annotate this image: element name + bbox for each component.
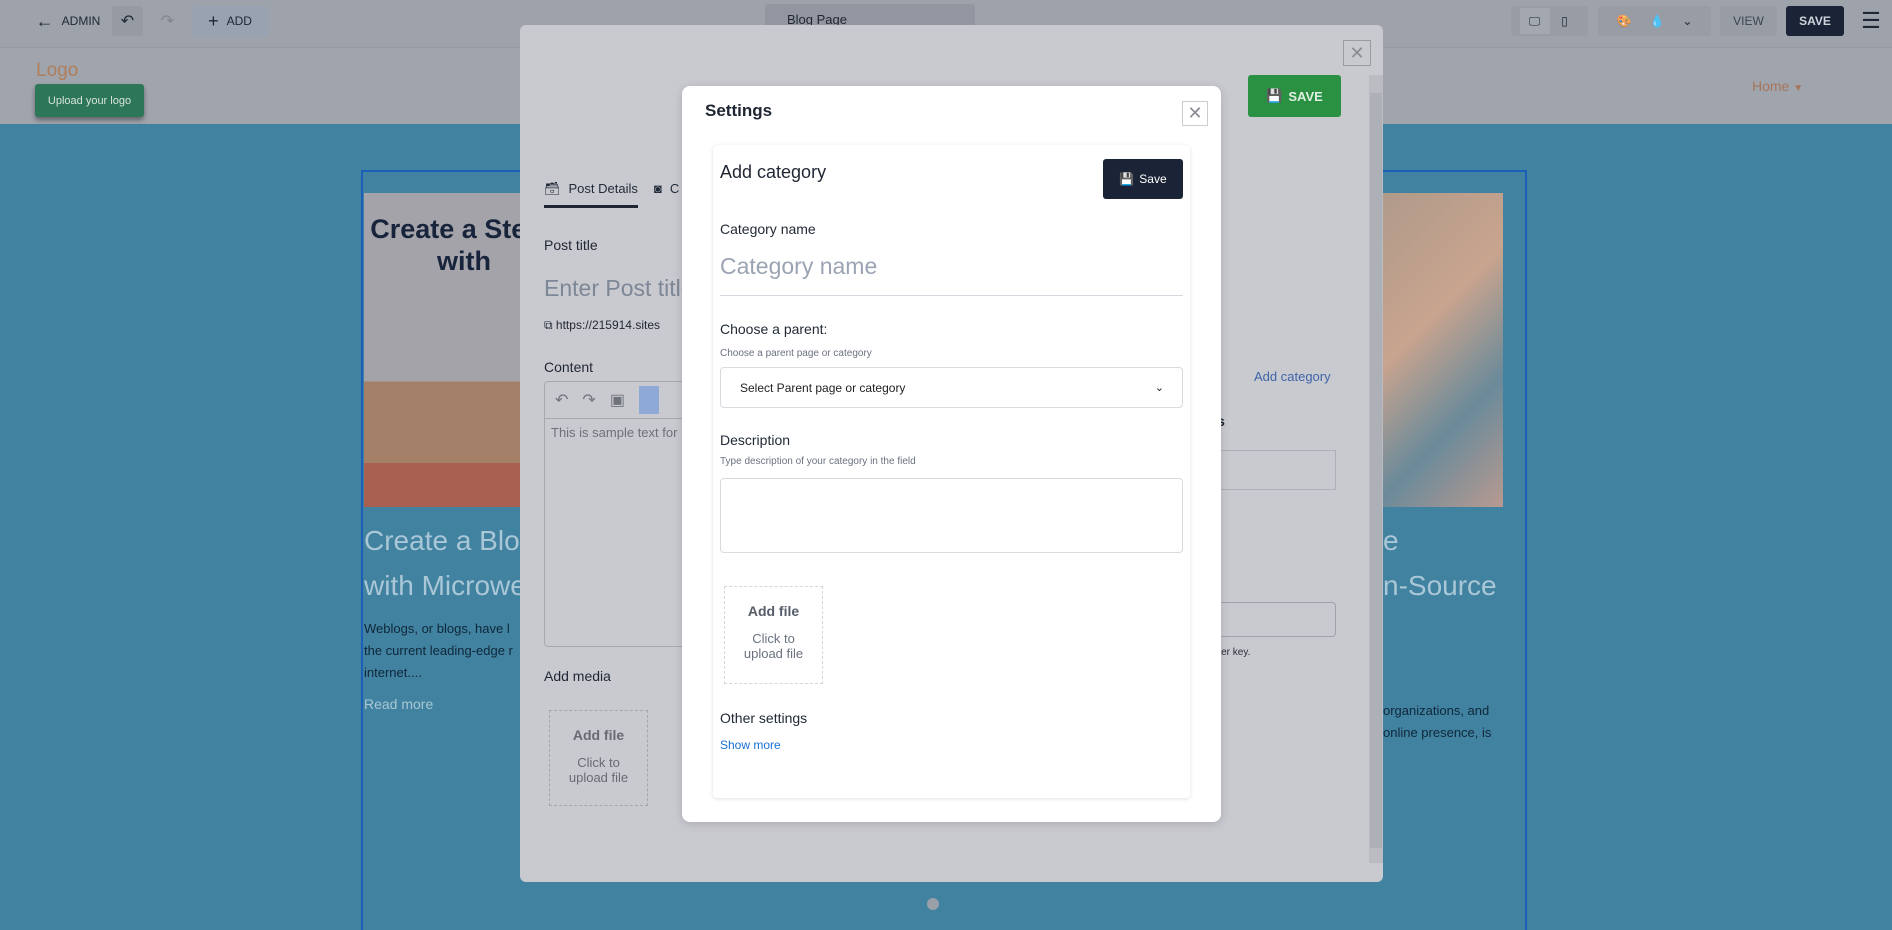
palette-icon[interactable]: 🎨 — [1617, 14, 1632, 28]
parent-help: Choose a parent page or category — [720, 348, 872, 359]
tab-other[interactable]: ◙ C — [654, 181, 679, 196]
redo-icon[interactable]: ↷ — [582, 390, 595, 410]
theme-group: 🎨 💧 ⌄ — [1598, 6, 1711, 36]
view-button[interactable]: VIEW — [1720, 6, 1777, 36]
floppy-disk-icon: 💾 — [1119, 172, 1135, 186]
bold-button[interactable] — [638, 386, 659, 414]
post-title[interactable]: e — [1383, 525, 1399, 557]
modal-title: Settings — [705, 101, 773, 120]
settings-modal: Settings ✕ Add category 💾 Save Category n… — [682, 86, 1221, 822]
post-excerpt: Weblogs, or blogs, have l the current lea… — [364, 621, 513, 680]
image-icon[interactable]: ▣ — [610, 390, 625, 410]
description-help: Type description of your category in the… — [720, 456, 916, 467]
post-url: ⧉ https://215914.sites — [544, 318, 660, 332]
desktop-icon[interactable]: 🖵 — [1519, 8, 1550, 34]
post-image — [1383, 193, 1503, 507]
post-title-label: Post title — [544, 237, 598, 253]
floppy-disk-icon: 💾 — [1266, 88, 1283, 103]
close-icon[interactable]: ✕ — [1182, 101, 1208, 126]
device-toggle: 🖵 ▯ — [1511, 6, 1588, 36]
upload-logo-button[interactable]: Upload your logo — [35, 84, 144, 117]
card-title: Add category — [720, 162, 827, 182]
chevron-down-icon: ⌄ — [1154, 382, 1164, 394]
read-more-link[interactable]: Read more — [364, 696, 433, 712]
plus-icon: + — [208, 10, 219, 31]
other-settings-label: Other settings — [720, 710, 808, 726]
post-title[interactable]: Create a Blog — [364, 525, 535, 557]
logo-text: Logo — [36, 60, 79, 81]
archive-icon: 🗃 — [544, 181, 561, 196]
tab-post-details[interactable]: 🗃 Post Details — [544, 181, 638, 208]
add-button[interactable]: + ADD — [192, 6, 268, 36]
add-category-card: Add category 💾 Save Category name Categor… — [713, 145, 1190, 798]
save-post-button[interactable]: 💾 SAVE — [1248, 75, 1341, 117]
post-title[interactable]: with Microwe — [364, 570, 526, 602]
chevron-down-icon[interactable]: ⌄ — [1682, 14, 1692, 28]
add-media-upload[interactable]: Add file Click to upload file — [549, 710, 648, 806]
mobile-icon[interactable]: ▯ — [1550, 14, 1580, 28]
post-title-input[interactable]: Enter Post title — [544, 275, 694, 302]
scrollbar-thumb[interactable] — [1370, 93, 1382, 848]
copy-icon[interactable]: ⧉ — [544, 318, 553, 332]
save-category-button[interactable]: 💾 Save — [1103, 159, 1183, 199]
description-label: Description — [720, 432, 791, 448]
content-label: Content — [544, 359, 594, 375]
post-image: Create a Steps with — [364, 193, 558, 507]
parent-select[interactable]: Select Parent page or category ⌄ — [720, 367, 1183, 408]
nav-home[interactable]: Home ▼ — [1752, 78, 1803, 94]
add-category-link[interactable]: Add category — [1254, 369, 1331, 384]
show-more-link[interactable]: Show more — [720, 738, 781, 752]
arrow-left-icon: ← — [35, 10, 54, 31]
redo-button[interactable]: ↷ — [153, 6, 182, 36]
category-file-upload[interactable]: Add file Click to upload file — [724, 586, 823, 684]
redo-icon: ↷ — [160, 13, 175, 30]
undo-icon[interactable]: ↶ — [555, 390, 568, 410]
undo-icon: ↶ — [120, 13, 135, 30]
save-button[interactable]: SAVE — [1786, 6, 1844, 36]
square-icon: ◙ — [654, 181, 662, 196]
caret-down-icon: ▼ — [1793, 83, 1804, 94]
back-to-admin-button[interactable]: ← ADMIN — [30, 6, 106, 36]
droplet-icon[interactable]: 💧 — [1649, 14, 1664, 28]
post-title[interactable]: n-Source — [1383, 570, 1497, 602]
post-excerpt: organizations, and online presence, is — [1383, 703, 1492, 740]
close-icon[interactable]: ✕ — [1343, 40, 1371, 66]
category-name-label: Category name — [720, 221, 816, 237]
undo-button[interactable]: ↶ — [112, 6, 143, 36]
parent-label: Choose a parent: — [720, 321, 828, 337]
description-textarea[interactable] — [720, 478, 1183, 553]
add-media-label: Add media — [544, 668, 611, 684]
category-name-input[interactable]: Category name — [720, 253, 1183, 296]
carousel-dot[interactable] — [927, 898, 939, 910]
hamburger-menu-icon[interactable]: ☰ — [1860, 6, 1882, 36]
